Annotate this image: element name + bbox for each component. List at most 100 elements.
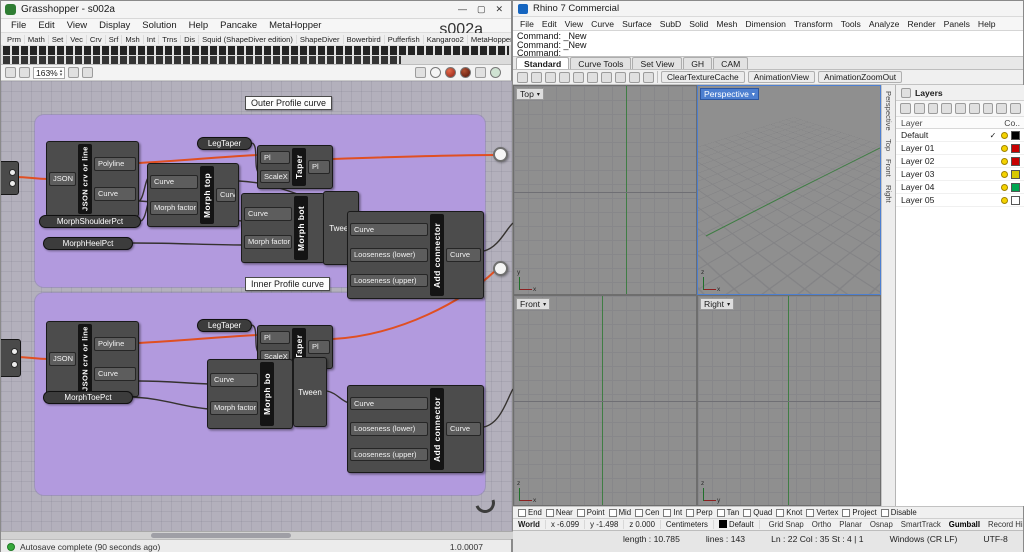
rhino-menu-render[interactable]: Render xyxy=(903,19,939,29)
toolbar-button-animationview[interactable]: AnimationView xyxy=(747,71,815,83)
input-pl[interactable]: Pl xyxy=(260,330,290,345)
gh-tab-srf[interactable]: Srf xyxy=(106,34,123,44)
print-icon[interactable] xyxy=(559,71,570,83)
layer-visibility-bulb-icon[interactable] xyxy=(1001,144,1008,152)
zoom-icon[interactable] xyxy=(615,71,626,83)
layer-visibility-bulb-icon[interactable] xyxy=(1001,183,1008,191)
output-pl[interactable]: Pl xyxy=(308,340,330,354)
input-scalex[interactable]: ScaleX xyxy=(260,169,290,184)
output-pl[interactable]: Pl xyxy=(308,160,330,174)
output-jack-icon[interactable] xyxy=(9,168,16,176)
gh-tab-metahopper[interactable]: MetaHopper xyxy=(468,35,511,44)
output-jack-icon[interactable] xyxy=(11,348,18,355)
viewport-label-front[interactable]: Front ▾ xyxy=(516,298,551,310)
chevron-down-icon[interactable]: ▾ xyxy=(752,91,755,98)
gh-menu-solution[interactable]: Solution xyxy=(136,20,182,31)
undo-icon[interactable] xyxy=(573,71,584,83)
gh-tab-vec[interactable]: Vec xyxy=(67,34,87,44)
zoom-extents-icon[interactable] xyxy=(68,67,80,78)
gh-menu-metahopper[interactable]: MetaHopper xyxy=(263,20,327,31)
layer-color-swatch[interactable] xyxy=(1011,182,1020,192)
viewport-right[interactable]: Right ▾ y z xyxy=(697,295,881,506)
layers-panel-header[interactable]: Layers xyxy=(896,85,1024,101)
shaded-preview-icon[interactable] xyxy=(445,67,456,78)
osnap-project[interactable]: Project xyxy=(842,508,877,517)
component-morph-bot-outer[interactable]: Curve Morph factor Morph bot xyxy=(241,193,325,263)
output-jack-icon[interactable] xyxy=(11,361,18,368)
output-jack-icon[interactable] xyxy=(9,180,16,188)
tab-cam[interactable]: CAM xyxy=(713,57,749,69)
open-file-icon[interactable] xyxy=(5,67,16,78)
viewport-top[interactable]: Top ▾ x y xyxy=(513,85,697,295)
gh-tab-squid-shapediver-edition[interactable]: Squid (ShapeDiver edition) xyxy=(199,34,297,44)
gh-menu-view[interactable]: View xyxy=(61,20,93,31)
layer-name[interactable]: Layer 03 xyxy=(901,169,985,179)
component-json-crv-or-line-inner[interactable]: JSON JSON crv or line Polyline Curve xyxy=(46,321,139,397)
osnap-end[interactable]: End xyxy=(518,508,542,517)
new-file-icon[interactable] xyxy=(517,71,528,83)
side-tab-top[interactable]: Top xyxy=(884,139,893,151)
component-taper-outer[interactable]: Pl ScaleX Taper Pl xyxy=(257,145,333,189)
input-json[interactable]: JSON xyxy=(49,352,76,366)
output-polyline[interactable]: Polyline xyxy=(94,157,136,171)
output-curve[interactable]: Curve xyxy=(94,187,136,201)
rhino-menu-mesh[interactable]: Mesh xyxy=(712,19,741,29)
input-morph-factor[interactable]: Morph factor xyxy=(150,201,198,215)
tab-set-view[interactable]: Set View xyxy=(632,57,683,69)
group-label-inner[interactable]: Inner Profile curve xyxy=(245,277,331,291)
osnap-knot[interactable]: Knot xyxy=(776,508,802,517)
input-curve[interactable]: Curve xyxy=(210,373,258,387)
camera-icon[interactable] xyxy=(475,67,486,78)
wire[interactable] xyxy=(138,154,258,164)
layer-row[interactable]: Default ✓ xyxy=(896,129,1024,142)
input-morph-factor[interactable]: Morph factor xyxy=(210,401,258,415)
osnap-checkbox[interactable] xyxy=(518,508,526,517)
help-icon[interactable] xyxy=(1010,103,1022,114)
layer-row[interactable]: Layer 05 xyxy=(896,194,1024,207)
param-legtaper-inner[interactable]: LegTaper xyxy=(197,319,252,332)
side-tab-perspective[interactable]: Perspective xyxy=(884,91,893,131)
component-add-connector-outer[interactable]: Curve Looseness (lower) Looseness (upper… xyxy=(347,211,484,299)
rhino-menu-tools[interactable]: Tools xyxy=(837,19,865,29)
osnap-disable[interactable]: Disable xyxy=(880,508,917,517)
canvas-output-port[interactable] xyxy=(493,147,508,162)
layer-name[interactable]: Layer 01 xyxy=(901,143,985,153)
param-legtaper-outer[interactable]: LegTaper xyxy=(197,137,252,150)
input-morph-factor[interactable]: Morph factor xyxy=(244,235,292,249)
zoom-control[interactable]: 163% ▴ ▾ xyxy=(33,66,66,79)
layer-color-swatch[interactable] xyxy=(1011,195,1020,205)
input-looseness-upper[interactable]: Looseness (upper) xyxy=(350,447,428,462)
encoding[interactable]: UTF-8 xyxy=(983,534,1007,544)
zoom-out-icon[interactable]: ▾ xyxy=(60,72,63,77)
layer-row[interactable]: Layer 03 xyxy=(896,168,1024,181)
chevron-down-icon[interactable]: ▾ xyxy=(537,91,540,98)
save-file-icon[interactable] xyxy=(19,67,30,78)
osnap-int[interactable]: Int xyxy=(663,508,682,517)
gh-ribbon-icons-row1[interactable] xyxy=(3,46,509,55)
group-label-outer[interactable]: Outer Profile curve xyxy=(245,96,333,110)
canvas-output-port[interactable] xyxy=(493,261,508,276)
side-tab-front[interactable]: Front xyxy=(884,159,893,177)
output-curve[interactable]: Curve xyxy=(446,248,481,262)
input-looseness-lower[interactable]: Looseness (lower) xyxy=(350,248,428,262)
rhino-menu-solid[interactable]: Solid xyxy=(685,19,712,29)
wire[interactable] xyxy=(14,176,49,180)
input-curve[interactable]: Curve xyxy=(150,175,198,189)
osnap-checkbox[interactable] xyxy=(686,508,695,517)
pan-icon[interactable] xyxy=(601,71,612,83)
toolbar-button-cleartexturecache[interactable]: ClearTextureCache xyxy=(661,71,745,83)
osnap-near[interactable]: Near xyxy=(545,508,573,517)
osnap-cen[interactable]: Cen xyxy=(635,508,659,517)
maximize-icon[interactable]: ▢ xyxy=(477,4,486,15)
rhino-menu-transform[interactable]: Transform xyxy=(790,19,837,29)
rhino-menu-analyze[interactable]: Analyze xyxy=(865,19,904,29)
gh-tab-shapediver[interactable]: ShapeDiver xyxy=(297,34,344,44)
open-file-icon[interactable] xyxy=(531,71,542,83)
side-tab-right[interactable]: Right xyxy=(884,185,893,203)
param-morphheelpct[interactable]: MorphHeelPct xyxy=(43,237,133,250)
chevron-down-icon[interactable]: ▾ xyxy=(727,301,730,308)
osnap-perp[interactable]: Perp xyxy=(686,508,713,517)
component-morph-top[interactable]: Curve Morph factor Morph top Curve xyxy=(147,163,239,227)
toggle-planar[interactable]: Planar xyxy=(835,520,866,529)
wire[interactable] xyxy=(483,222,513,252)
